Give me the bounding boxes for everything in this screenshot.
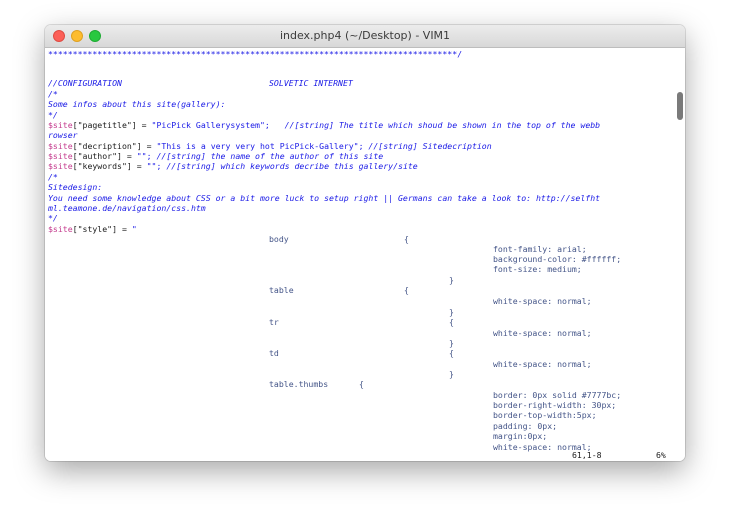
code-line: body: [269, 234, 289, 244]
code-line: {: [404, 285, 409, 295]
code-line: SOLVETIC INTERNET: [269, 78, 353, 88]
cursor-position: 61,1-8: [572, 450, 602, 460]
code-line: border-right-width: 30px;: [493, 400, 617, 410]
scroll-percent: 6%: [656, 450, 666, 460]
code-line: //CONFIGURATION: [48, 78, 122, 88]
vim-window: index.php4 (~/Desktop) - VIM1 **********…: [45, 25, 685, 461]
code-line: }: [449, 369, 454, 379]
code-line: Sitedesign:: [48, 182, 103, 192]
code-line: {: [404, 234, 409, 244]
code-line: Some infos about this site(gallery):: [48, 99, 226, 109]
code-line: */: [48, 213, 58, 223]
code-line: }: [449, 307, 454, 317]
code-line: white-space: normal;: [493, 328, 592, 338]
code-line: {: [359, 379, 364, 389]
code-line: $site["style"] = ": [48, 224, 137, 234]
code-line: /*: [48, 89, 58, 99]
title-bar[interactable]: index.php4 (~/Desktop) - VIM1: [45, 25, 685, 48]
code-line: You need some knowledge about CSS or a b…: [48, 193, 601, 203]
window-title: index.php4 (~/Desktop) - VIM1: [279, 29, 451, 42]
code-line: white-space: normal;: [493, 359, 592, 369]
code-line: border: 0px solid #7777bc;: [493, 390, 622, 400]
code-line: $site["pagetitle"] = "PicPick Gallerysys…: [48, 120, 601, 130]
code-line: */: [48, 110, 58, 120]
code-line: ml.teamone.de/navigation/css.htm: [48, 203, 206, 213]
code-line: font-family: arial;: [493, 244, 587, 254]
code-line: border-top-width:5px;: [493, 410, 597, 420]
code-line: table.thumbs: [269, 379, 329, 389]
code-line: ****************************************…: [48, 49, 463, 59]
code-line: padding: 0px;: [493, 421, 558, 431]
code-line: $site["author"] = ""; //[string] the nam…: [48, 151, 384, 161]
code-line: /*: [48, 172, 58, 182]
code-line: white-space: normal;: [493, 296, 592, 306]
code-line: }: [449, 275, 454, 285]
scrollbar-thumb[interactable]: [677, 92, 683, 120]
code-line: rowser: [48, 130, 78, 140]
code-line: td: [269, 348, 279, 358]
code-line: }: [449, 338, 454, 348]
editor-buffer[interactable]: ****************************************…: [45, 48, 685, 461]
code-line: margin:0px;: [493, 431, 548, 441]
code-line: {: [449, 317, 454, 327]
code-line: font-size: medium;: [493, 264, 582, 274]
code-line: $site["keywords"] = ""; //[string] which…: [48, 161, 418, 171]
code-line: $site["decription"] = "This is a very ve…: [48, 141, 492, 151]
code-line: tr: [269, 317, 279, 327]
code-line: {: [449, 348, 454, 358]
code-line: background-color: #ffffff;: [493, 254, 622, 264]
code-line: table: [269, 285, 294, 295]
